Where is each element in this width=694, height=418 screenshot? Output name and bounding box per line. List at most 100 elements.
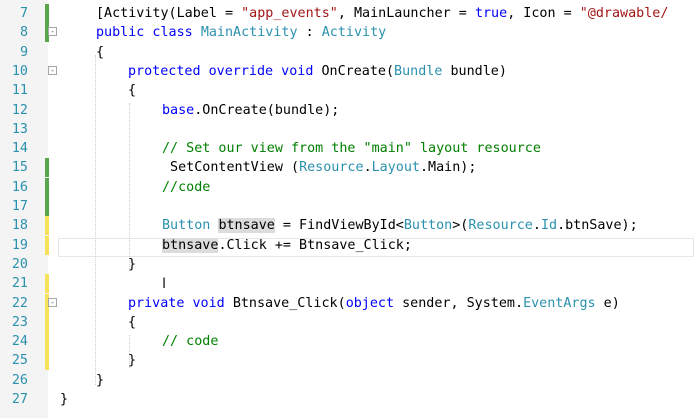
- code-line[interactable]: 10 - protected override void OnCreate(Bund…: [0, 62, 694, 81]
- code-editor[interactable]: 7 [Activity(Label = "app_events", MainLau…: [0, 0, 694, 418]
- code-line[interactable]: 20}: [0, 255, 694, 274]
- token-plain: :: [297, 25, 322, 41]
- token-plain: {: [128, 83, 137, 99]
- token-ty: Resource: [299, 160, 364, 176]
- code-line[interactable]: 14 // Set our view from the "main" layout…: [0, 139, 694, 158]
- change-marker-unsaved: [45, 312, 49, 332]
- code-text[interactable]: // Set our view from the "main" layout r…: [162, 139, 541, 158]
- token-ty: Bundle: [394, 63, 443, 79]
- token-plain: Btnsave_Click(: [232, 295, 346, 311]
- line-number: 11: [11, 83, 28, 99]
- token-ty: Button: [162, 218, 211, 234]
- code-line[interactable]: 23 {: [0, 312, 694, 332]
- token-hl: btnsave: [218, 218, 275, 234]
- line-number: 8: [19, 25, 28, 41]
- token-ty: Resource: [468, 218, 533, 234]
- change-marker-saved: [45, 197, 49, 216]
- code-text[interactable]: {: [128, 81, 136, 100]
- code-text[interactable]: SetContentView (Resource.Layout.Main);: [162, 158, 476, 177]
- code-text[interactable]: protected override void OnCreate(Bundle …: [128, 62, 507, 81]
- code-text[interactable]: public class MainActivity : Activity: [96, 23, 386, 42]
- code-line[interactable]: 12 base.OnCreate(bundle);: [0, 101, 694, 120]
- token-plain: OnCreate(: [321, 63, 395, 79]
- line-number: 19: [11, 237, 28, 253]
- token-plain: {: [96, 44, 105, 60]
- token-plain: .Main);: [420, 160, 477, 176]
- code-line[interactable]: 7 [Activity(Label = "app_events", MainLau…: [0, 4, 694, 23]
- code-line[interactable]: 24 // code: [0, 332, 694, 352]
- token-ty: EventArgs: [523, 295, 596, 311]
- collapse-icon[interactable]: -: [48, 27, 57, 37]
- token-plain: {: [128, 314, 137, 330]
- line-number: 22: [11, 295, 28, 311]
- code-line[interactable]: 27}: [0, 390, 694, 409]
- change-marker-saved: [45, 158, 49, 178]
- code-line[interactable]: 17: [0, 197, 694, 216]
- token-hl: btnsave: [162, 237, 219, 253]
- code-line[interactable]: 11 {: [0, 81, 694, 100]
- code-text[interactable]: {: [96, 43, 104, 62]
- line-number: 7: [19, 6, 28, 21]
- line-number: 25: [11, 353, 28, 369]
- code-line[interactable]: 18 Button btnsave = FindViewById<Button>(…: [0, 216, 694, 236]
- code-line[interactable]: 15 SetContentView (Resource.Layout.Main)…: [0, 158, 694, 178]
- token-plain: }: [60, 392, 69, 407]
- code-line[interactable]: 26}: [0, 371, 694, 390]
- token-plain: bundle): [442, 63, 507, 79]
- token-kw: public class: [96, 25, 201, 41]
- code-line[interactable]: 9{: [0, 43, 694, 62]
- code-line[interactable]: 8 - public class MainActivity : Activity: [0, 23, 694, 43]
- code-line[interactable]: 25}: [0, 351, 694, 371]
- code-text[interactable]: }: [60, 390, 68, 409]
- line-number: 24: [11, 334, 28, 350]
- change-marker-unsaved: [45, 235, 49, 255]
- token-plain: }: [128, 256, 137, 272]
- token-ty: Layout: [371, 160, 420, 176]
- line-number: 15: [11, 160, 28, 176]
- token-ty: MainActivity: [200, 25, 298, 41]
- collapse-icon[interactable]: -: [48, 65, 57, 75]
- token-kw: base: [162, 102, 195, 118]
- code-line[interactable]: 19 btnsave.Click += Btnsave_Click;: [0, 235, 694, 255]
- code-text[interactable]: btnsave.Click += Btnsave_Click;: [162, 236, 412, 255]
- code-text[interactable]: // code: [162, 332, 218, 351]
- token-cm: // Set our view from the "main" layout r…: [162, 141, 541, 157]
- code-text[interactable]: }: [96, 371, 104, 390]
- code-line[interactable]: 21: [0, 274, 694, 294]
- collapse-icon[interactable]: -: [48, 297, 57, 307]
- token-str: "@drawable/: [579, 6, 669, 21]
- line-number: 21: [11, 276, 28, 292]
- line-number: 23: [11, 314, 28, 330]
- code-text[interactable]: //code: [162, 178, 210, 197]
- token-plain: .Click += Btnsave_Click;: [218, 237, 412, 253]
- code-text[interactable]: private void Btnsave_Click(object sender…: [128, 294, 620, 313]
- line-number: 27: [11, 392, 28, 407]
- change-marker-unsaved: [45, 351, 49, 371]
- line-number: 18: [11, 218, 28, 234]
- token-plain: }: [96, 372, 105, 388]
- token-plain: e): [595, 295, 620, 311]
- code-line[interactable]: 22 - private void Btnsave_Click(object sen…: [0, 293, 694, 313]
- token-ty: Button: [403, 218, 453, 234]
- token-ty: Activity: [321, 25, 387, 41]
- code-text[interactable]: Button btnsave = FindViewById<Button>(Re…: [162, 216, 638, 235]
- line-number: 14: [11, 141, 28, 157]
- code-text[interactable]: [Activity(Label = "app_events", MainLaun…: [96, 4, 668, 23]
- line-number: 16: [11, 179, 28, 195]
- token-ty: Id: [540, 218, 558, 234]
- code-line[interactable]: 13: [0, 120, 694, 139]
- line-number: 17: [11, 199, 28, 214]
- code-text[interactable]: base.OnCreate(bundle);: [162, 101, 339, 120]
- change-marker-saved: [45, 4, 49, 23]
- code-text[interactable]: {: [128, 313, 136, 332]
- token-plain: }: [128, 353, 137, 369]
- token-cm: //code: [162, 179, 211, 195]
- code-text[interactable]: }: [128, 351, 136, 370]
- change-marker-unsaved: [45, 216, 49, 236]
- token-plain: , Icon =: [507, 6, 580, 21]
- code-text[interactable]: }: [128, 255, 136, 274]
- token-plain: .: [363, 160, 372, 176]
- code-line[interactable]: 16 //code: [0, 177, 694, 197]
- token-kw: true: [474, 6, 508, 21]
- token-kw: protected override void: [128, 63, 322, 79]
